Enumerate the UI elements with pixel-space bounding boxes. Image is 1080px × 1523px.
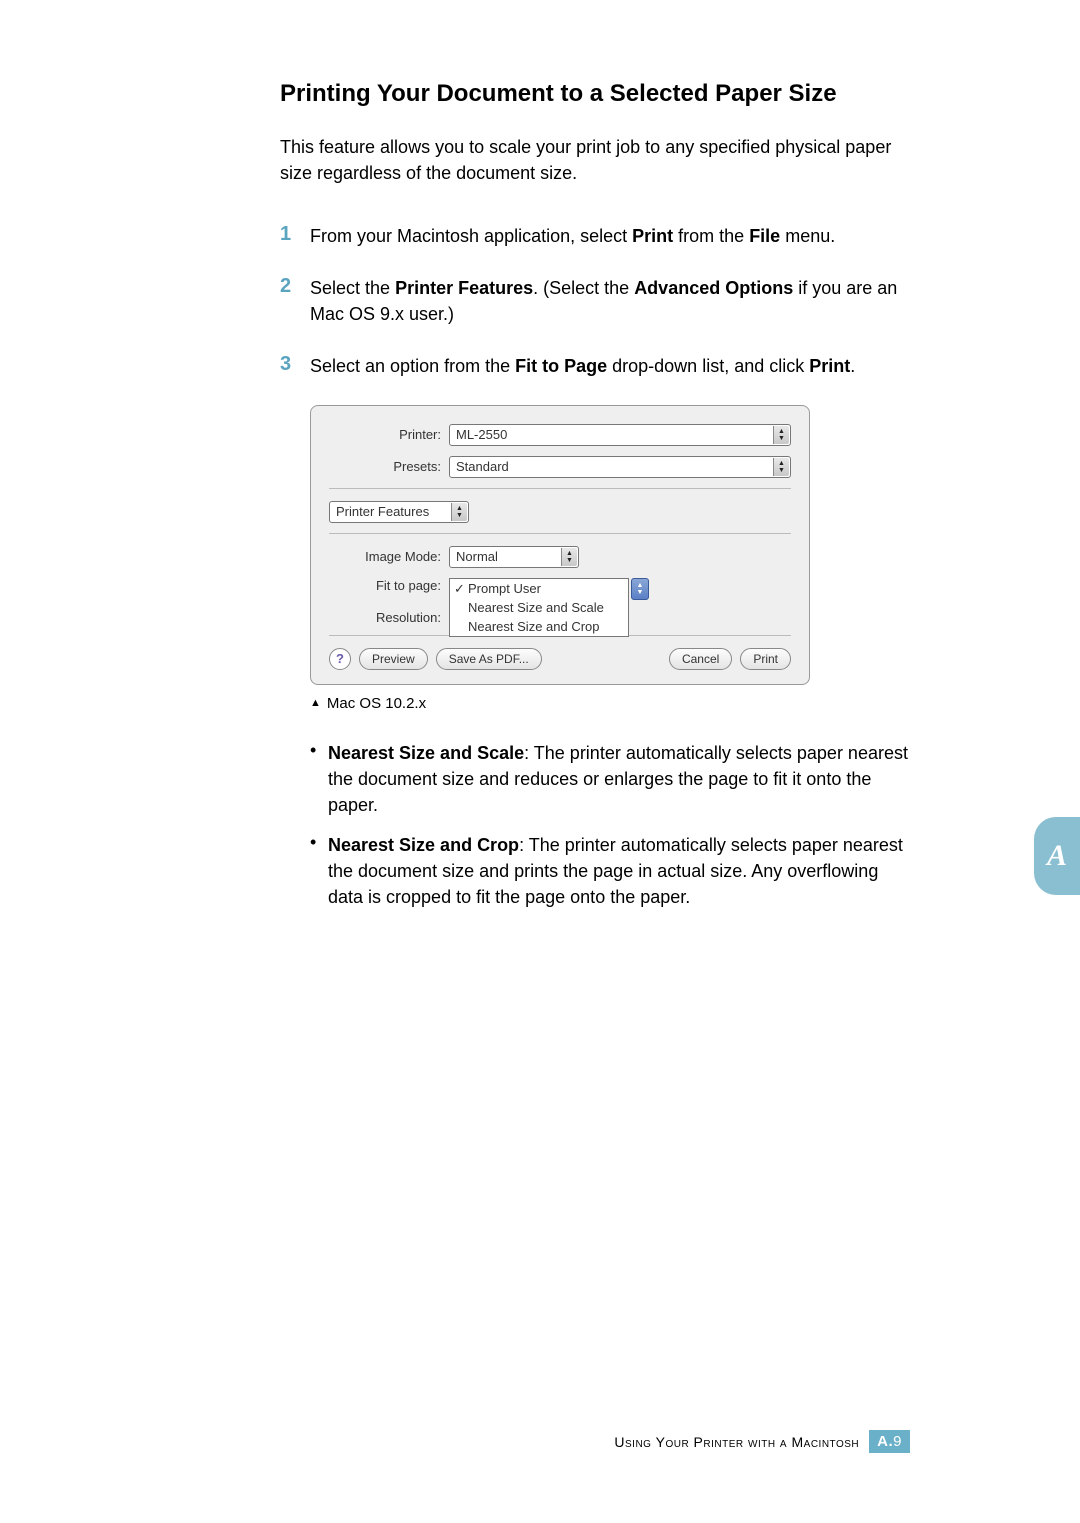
preview-button[interactable]: Preview: [359, 648, 428, 670]
figure-caption: ▲ Mac OS 10.2.x: [310, 695, 910, 712]
image-mode-select[interactable]: Normal ▲▼: [449, 546, 579, 568]
save-as-pdf-button[interactable]: Save As PDF...: [436, 648, 542, 670]
step-number: 3: [280, 353, 310, 376]
printer-select[interactable]: ML-2550 ▲▼: [449, 424, 791, 446]
dropdown-arrows-icon: ▲▼: [773, 458, 789, 476]
bullet-nearest-scale: Nearest Size and Scale: The printer auto…: [310, 740, 910, 818]
appendix-tab: A: [1034, 817, 1080, 895]
bullet-nearest-crop: Nearest Size and Crop: The printer autom…: [310, 832, 910, 910]
steps-list: 1 From your Macintosh application, selec…: [280, 223, 910, 379]
dropdown-arrows-icon: ▲▼: [773, 426, 789, 444]
image-mode-label: Image Mode:: [329, 549, 449, 564]
step-number: 1: [280, 223, 310, 246]
options-list: Nearest Size and Scale: The printer auto…: [310, 740, 910, 911]
page-number-badge: A.9: [869, 1430, 910, 1453]
page-footer: Using Your Printer with a Macintosh A.9: [614, 1430, 910, 1453]
presets-label: Presets:: [329, 459, 449, 474]
fit-to-page-label: Fit to page:: [329, 578, 449, 593]
page-title: Printing Your Document to a Selected Pap…: [280, 78, 910, 110]
panel-select[interactable]: Printer Features ▲▼: [329, 501, 469, 523]
print-button[interactable]: Print: [740, 648, 791, 670]
step-number: 2: [280, 275, 310, 298]
separator: [329, 488, 791, 489]
fit-option-nearest-crop[interactable]: Nearest Size and Crop: [450, 617, 628, 636]
printer-label: Printer:: [329, 427, 449, 442]
fit-to-page-options: Prompt User Nearest Size and Scale Neare…: [449, 578, 629, 637]
resolution-label: Resolution:: [329, 610, 449, 625]
fit-to-page-select[interactable]: Prompt User Nearest Size and Scale Neare…: [449, 578, 649, 600]
separator: [329, 533, 791, 534]
triangle-icon: ▲: [310, 697, 321, 709]
presets-select[interactable]: Standard ▲▼: [449, 456, 791, 478]
fit-option-prompt-user[interactable]: Prompt User: [450, 579, 628, 598]
step-3: 3 Select an option from the Fit to Page …: [280, 353, 910, 379]
dropdown-arrows-icon: ▲▼: [631, 578, 649, 600]
print-dialog: Printer: ML-2550 ▲▼ Presets: Standard ▲▼…: [310, 405, 810, 685]
step-1: 1 From your Macintosh application, selec…: [280, 223, 910, 249]
dropdown-arrows-icon: ▲▼: [451, 503, 467, 521]
cancel-button[interactable]: Cancel: [669, 648, 732, 670]
dropdown-arrows-icon: ▲▼: [561, 548, 577, 566]
help-button[interactable]: ?: [329, 648, 351, 670]
step-2: 2 Select the Printer Features. (Select t…: [280, 275, 910, 327]
footer-chapter-title: Using Your Printer with a Macintosh: [614, 1434, 859, 1450]
fit-option-nearest-scale[interactable]: Nearest Size and Scale: [450, 598, 628, 617]
intro-paragraph: This feature allows you to scale your pr…: [280, 134, 910, 186]
